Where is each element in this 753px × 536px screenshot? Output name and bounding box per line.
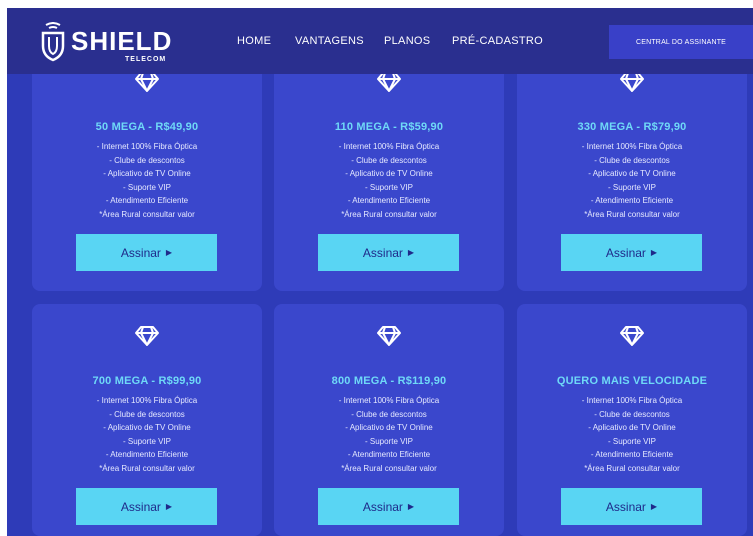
plan-features: - Internet 100% Fibra Óptica - Clube de d…	[274, 140, 504, 221]
plan-feature: - Atendimento Eficiente	[105, 196, 189, 205]
plan-card: 700 MEGA - R$99,90 - Internet 100% Fibra …	[32, 304, 262, 536]
diamond-icon	[274, 71, 504, 98]
nav-pre-cadastro[interactable]: PRÉ-CADASTRO	[452, 35, 543, 47]
plan-feature: - Internet 100% Fibra Óptica	[96, 142, 198, 151]
plan-feature: - Clube de descontos	[109, 409, 185, 419]
plan-feature: - Suporte VIP	[607, 436, 657, 446]
plan-features: - Internet 100% Fibra Óptica - Clube de d…	[32, 140, 262, 221]
diamond-icon	[32, 71, 262, 98]
plan-feature: - Internet 100% Fibra Óptica	[338, 142, 440, 151]
plan-feature: - Clube de descontos	[594, 155, 670, 165]
diamond-icon	[517, 325, 747, 352]
assinar-button-label: Assinar	[605, 499, 646, 514]
plan-feature: - Internet 100% Fibra Óptica	[581, 142, 683, 151]
plan-feature: - Aplicativo de TV Online	[588, 423, 676, 432]
caret-right-icon: ▶	[165, 502, 173, 511]
plan-feature: - Atendimento Eficiente	[347, 450, 431, 459]
plan-features: - Internet 100% Fibra Óptica - Clube de d…	[517, 394, 747, 475]
assinar-button-label: Assinar	[362, 245, 403, 260]
plan-feature: - Aplicativo de TV Online	[588, 169, 676, 178]
plan-feature: - Clube de descontos	[594, 409, 670, 419]
plan-feature: - Atendimento Eficiente	[105, 450, 189, 459]
plan-feature: - Internet 100% Fibra Óptica	[338, 396, 440, 405]
plan-feature: - Aplicativo de TV Online	[345, 423, 433, 432]
plan-feature: - Suporte VIP	[364, 182, 414, 192]
plan-card: QUERO MAIS VELOCIDADE - Internet 100% Fib…	[517, 304, 747, 536]
nav-vantagens[interactable]: VANTAGENS	[295, 35, 364, 47]
plan-features: - Internet 100% Fibra Óptica - Clube de d…	[274, 394, 504, 475]
logo-subtext: TELECOM	[125, 56, 167, 63]
assinar-button[interactable]: Assinar ▶	[561, 488, 702, 525]
assinar-button-label: Assinar	[120, 499, 161, 514]
page: SHIELD TELECOM HOME VANTAGENS PLANOS PRÉ…	[7, 8, 753, 536]
plan-feature: *Área Rural consultar valor	[584, 209, 680, 219]
assinar-button[interactable]: Assinar ▶	[318, 488, 459, 525]
plan-feature: *Área Rural consultar valor	[341, 209, 437, 219]
plan-feature: - Suporte VIP	[607, 182, 657, 192]
plan-features: - Internet 100% Fibra Óptica - Clube de d…	[32, 394, 262, 475]
diamond-icon	[32, 325, 262, 352]
caret-right-icon: ▶	[650, 502, 658, 511]
assinar-button[interactable]: Assinar ▶	[561, 234, 702, 271]
plan-feature: - Aplicativo de TV Online	[103, 169, 191, 178]
nav-home[interactable]: HOME	[237, 35, 271, 47]
plan-card: 800 MEGA - R$119,90 - Internet 100% Fibra…	[274, 304, 504, 536]
plan-feature: - Suporte VIP	[122, 436, 172, 446]
plan-title: 700 MEGA - R$99,90	[92, 375, 202, 387]
plan-feature: - Atendimento Eficiente	[590, 450, 674, 459]
plan-feature: - Clube de descontos	[351, 155, 427, 165]
plan-title: 110 MEGA - R$59,90	[334, 121, 444, 133]
plan-feature: - Suporte VIP	[364, 436, 414, 446]
plan-card: 330 MEGA - R$79,90 - Internet 100% Fibra …	[517, 50, 747, 291]
caret-right-icon: ▶	[407, 248, 415, 257]
shield-logo-icon	[41, 22, 65, 62]
caret-right-icon: ▶	[650, 248, 658, 257]
plan-title: 330 MEGA - R$79,90	[577, 121, 687, 133]
diamond-icon	[517, 71, 747, 98]
plan-card: 50 MEGA - R$49,90 - Internet 100% Fibra Ó…	[32, 50, 262, 291]
plan-feature: - Internet 100% Fibra Óptica	[581, 396, 683, 405]
assinar-button[interactable]: Assinar ▶	[76, 488, 217, 525]
central-do-assinante-button[interactable]: CENTRAL DO ASSINANTE	[609, 25, 753, 59]
assinar-button-label: Assinar	[120, 245, 161, 260]
plan-feature: *Área Rural consultar valor	[99, 463, 195, 473]
plan-feature: - Atendimento Eficiente	[347, 196, 431, 205]
plan-feature: *Área Rural consultar valor	[99, 209, 195, 219]
plan-feature: - Clube de descontos	[351, 409, 427, 419]
plan-feature: - Atendimento Eficiente	[590, 196, 674, 205]
plan-card: 110 MEGA - R$59,90 - Internet 100% Fibra …	[274, 50, 504, 291]
caret-right-icon: ▶	[165, 248, 173, 257]
plan-feature: - Clube de descontos	[109, 155, 185, 165]
plan-features: - Internet 100% Fibra Óptica - Clube de d…	[517, 140, 747, 221]
plan-title: QUERO MAIS VELOCIDADE	[556, 375, 708, 387]
plan-feature: - Internet 100% Fibra Óptica	[96, 396, 198, 405]
logo-text: SHIELD	[71, 26, 173, 56]
assinar-button[interactable]: Assinar ▶	[318, 234, 459, 271]
plan-feature: - Aplicativo de TV Online	[103, 423, 191, 432]
assinar-button[interactable]: Assinar ▶	[76, 234, 217, 271]
assinar-button-label: Assinar	[605, 245, 646, 260]
caret-right-icon: ▶	[407, 502, 415, 511]
plan-feature: - Suporte VIP	[122, 182, 172, 192]
site-header: SHIELD TELECOM HOME VANTAGENS PLANOS PRÉ…	[7, 8, 753, 74]
plan-feature: *Área Rural consultar valor	[341, 463, 437, 473]
nav-planos[interactable]: PLANOS	[384, 35, 430, 47]
diamond-icon	[274, 325, 504, 352]
plan-feature: *Área Rural consultar valor	[584, 463, 680, 473]
plan-feature: - Aplicativo de TV Online	[345, 169, 433, 178]
plan-title: 800 MEGA - R$119,90	[331, 375, 447, 387]
assinar-button-label: Assinar	[362, 499, 403, 514]
plan-title: 50 MEGA - R$49,90	[95, 121, 199, 133]
